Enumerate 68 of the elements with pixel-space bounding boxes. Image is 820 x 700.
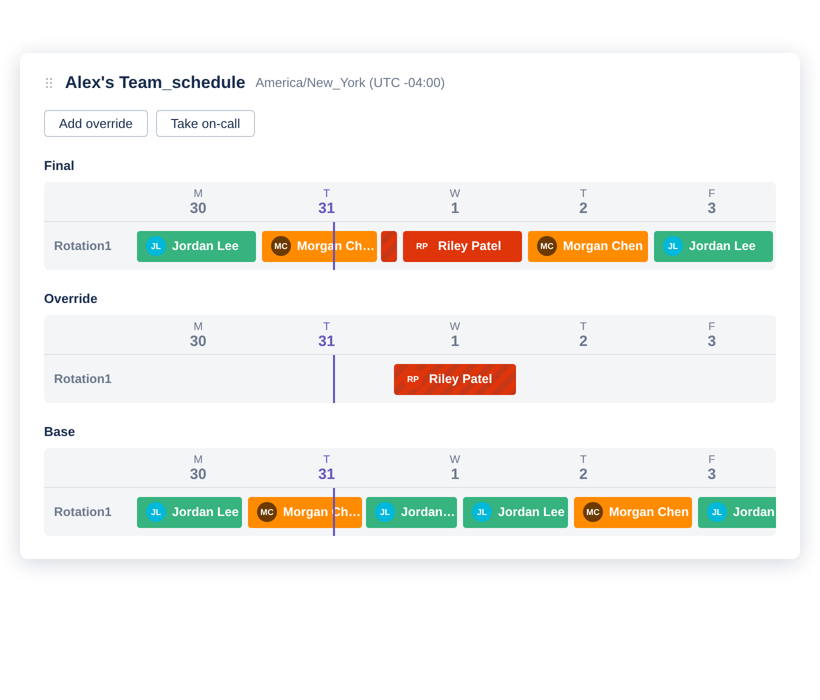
date-label: 3 [708, 200, 716, 218]
avatar: MC [537, 236, 557, 256]
date-label: 31 [318, 466, 335, 484]
weekday-label: W [450, 454, 460, 466]
date-label: 3 [708, 466, 716, 484]
add-override-button[interactable]: Add override [44, 110, 148, 137]
person-name: Jordan Lee [172, 504, 239, 520]
avatar: JL [707, 502, 727, 522]
weekday-label: T [323, 454, 330, 466]
person-name: Jordan Lee [689, 238, 756, 254]
date-label: 3 [708, 333, 716, 351]
avatar: JL [146, 502, 166, 522]
date-label: 2 [579, 333, 588, 351]
person-name: Jordan [733, 504, 775, 520]
avatar: MC [271, 236, 291, 256]
weekday-label: T [580, 321, 587, 333]
avatar: RP [403, 369, 423, 389]
rotation-label: Rotation1 [53, 372, 112, 386]
section-title: Override [44, 291, 98, 307]
schedule-title: Alex's Team_schedule [65, 73, 246, 93]
date-label: 30 [190, 466, 207, 484]
date-label: 31 [318, 200, 335, 218]
timezone-label: America/New_York (UTC -04:00) [255, 74, 445, 92]
avatar: MC [583, 502, 603, 522]
weekday-label: T [580, 454, 587, 466]
avatar: JL [375, 502, 395, 522]
avatar: JL [663, 236, 683, 256]
person-name: Jordan Lee [498, 504, 565, 520]
weekday-label: M [194, 321, 203, 333]
avatar: MC [257, 502, 277, 522]
drag-handle-icon[interactable] [46, 78, 52, 88]
weekday-label: M [194, 454, 203, 466]
weekday-label: F [708, 188, 716, 200]
person-name: Jordan Lee [172, 238, 239, 254]
date-label: 2 [579, 200, 588, 218]
weekday-label: W [450, 188, 460, 200]
date-label: 1 [450, 200, 460, 218]
weekday-label: W [450, 321, 460, 333]
person-name: Morgan Chen [609, 504, 689, 520]
rotation-label: Rotation1 [53, 239, 112, 253]
date-label: 2 [579, 466, 588, 484]
person-name: Jordan… [401, 504, 456, 520]
weekday-label: T [323, 188, 330, 200]
avatar: JL [146, 236, 166, 256]
shift-bar[interactable]: RP Riley Patel [403, 230, 522, 262]
date-label: 30 [190, 333, 207, 351]
date-label: 30 [190, 200, 207, 218]
shift-bar[interactable]: MC Morgan Chen [574, 496, 692, 528]
weekday-label: M [194, 188, 203, 200]
date-label: 1 [450, 333, 460, 351]
person-name: Riley Patel [438, 238, 502, 254]
section-title: Final [44, 158, 76, 174]
weekday-label: T [323, 321, 330, 333]
person-name: Riley Patel [429, 371, 492, 387]
shift-bar[interactable]: RP Riley Patel [394, 364, 516, 394]
person-name: Morgan Chen [563, 238, 643, 254]
section-title: Base [44, 424, 76, 440]
avatar: JL [472, 502, 492, 522]
take-on-call-button[interactable]: Take on-call [156, 110, 256, 137]
weekday-label: F [708, 454, 716, 466]
override-shift-bar[interactable] [381, 230, 397, 262]
weekday-label: F [708, 321, 716, 333]
weekday-label: T [580, 188, 587, 200]
rotation-label: Rotation1 [53, 505, 112, 519]
date-label: 31 [318, 333, 335, 351]
shift-bar[interactable]: MC Morgan Chen [528, 230, 648, 262]
current-time-line [333, 355, 336, 403]
date-label: 1 [450, 466, 460, 484]
